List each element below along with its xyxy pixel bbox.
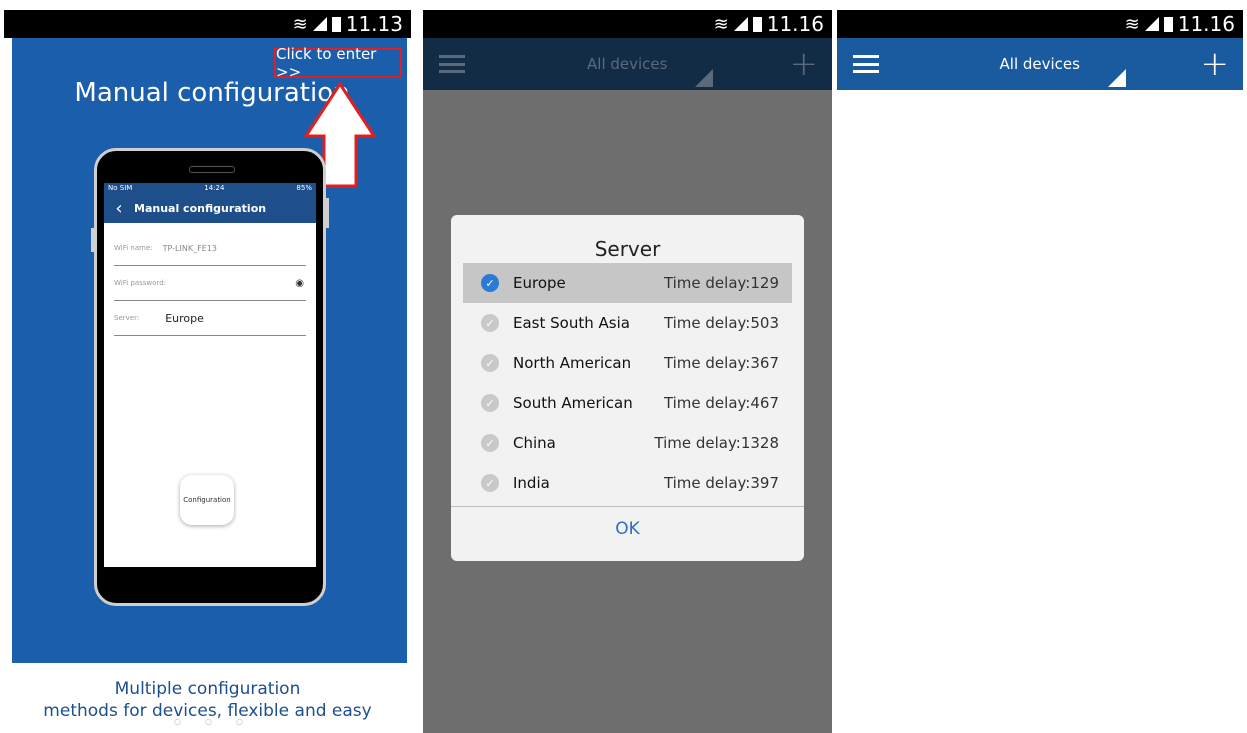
server-name: India xyxy=(513,474,550,492)
server-option-europe[interactable]: ✓ Europe Time delay:129 xyxy=(463,263,792,303)
header-title-text: All devices xyxy=(587,55,668,73)
check-icon: ✓ xyxy=(481,394,499,412)
app-header: All devices + xyxy=(423,38,832,90)
screen-manual-configuration: ≋ 11.13 Click to enter >> Manual configu… xyxy=(4,10,411,733)
server-name: North American xyxy=(513,354,632,372)
wifi-name-value: TP-LINK_FE13 xyxy=(162,243,217,253)
app-header: All devices + xyxy=(837,38,1243,90)
dropdown-corner-icon[interactable] xyxy=(1107,69,1126,87)
wifi-icon: ≋ xyxy=(1124,13,1140,35)
server-option-india[interactable]: ✓ India Time delay:397 xyxy=(463,463,792,503)
status-time: 11.16 xyxy=(1177,12,1235,36)
server-name: South American xyxy=(513,394,633,412)
phone-screen: No SIM 14:24 85% ‹ Manual configuration … xyxy=(104,183,316,567)
back-icon: ‹ xyxy=(115,197,123,219)
caption-line-1: Multiple configuration xyxy=(114,679,301,699)
header-title-text: All devices xyxy=(999,55,1080,73)
phone-header-title: Manual configuration xyxy=(134,201,267,215)
page-indicator: ○ ○ ○ xyxy=(174,717,243,726)
wifi-icon: ≋ xyxy=(292,13,308,35)
battery-icon xyxy=(752,16,762,32)
server-delay: Time delay:503 xyxy=(663,314,779,332)
battery-icon xyxy=(331,16,341,32)
signal-icon xyxy=(733,17,748,31)
click-to-enter-link[interactable]: Click to enter >> xyxy=(274,45,402,81)
server-delay: Time delay:397 xyxy=(663,474,779,492)
phone-carrier: No SIM xyxy=(108,184,133,192)
phone-status-bar: No SIM 14:24 85% xyxy=(104,183,316,193)
server-name: China xyxy=(513,434,556,452)
server-delay: Time delay:367 xyxy=(663,354,779,372)
screen-server-dialog: ≋ 11.16 All devices + Server ✓ Europe Ti… xyxy=(423,10,832,733)
phone-time: 14:24 xyxy=(204,184,225,192)
check-icon: ✓ xyxy=(481,274,499,292)
server-list: ✓ Europe Time delay:129 ✓ East South Asi… xyxy=(463,263,792,503)
server-name: Europe xyxy=(513,274,566,292)
server-label: Server: xyxy=(114,314,140,322)
dropdown-corner-icon[interactable] xyxy=(695,69,714,87)
status-bar: ≋ 11.16 xyxy=(837,10,1243,38)
intro-caption: Multiple configuration methods for devic… xyxy=(4,678,411,722)
wifi-name-label: WiFi name: xyxy=(114,244,153,252)
menu-icon[interactable] xyxy=(439,55,465,73)
menu-icon[interactable] xyxy=(853,55,879,73)
page-dot: ○ xyxy=(235,717,243,726)
wifi-icon: ≋ xyxy=(713,13,729,35)
header-title: All devices xyxy=(587,55,714,87)
server-option-china[interactable]: ✓ China Time delay:1328 xyxy=(463,423,792,463)
dialog-title: Server xyxy=(594,237,661,261)
status-bar: ≋ 11.16 xyxy=(423,10,832,38)
page-dot: ○ xyxy=(174,717,181,726)
signal-icon xyxy=(1144,17,1159,31)
dialog-divider xyxy=(451,506,804,507)
phone-side-button xyxy=(91,228,94,252)
ok-button[interactable]: OK xyxy=(451,519,804,539)
check-icon: ✓ xyxy=(481,354,499,372)
phone-header: ‹ Manual configuration xyxy=(104,193,316,223)
server-option-south-american[interactable]: ✓ South American Time delay:467 xyxy=(463,383,792,423)
server-option-east-south-asia[interactable]: ✓ East South Asia Time delay:503 xyxy=(463,303,792,343)
phone-illustration: No SIM 14:24 85% ‹ Manual configuration … xyxy=(94,148,326,606)
eye-icon: ◉ xyxy=(295,277,304,289)
server-delay: Time delay:467 xyxy=(663,394,779,412)
check-icon: ✓ xyxy=(481,434,499,452)
wifi-password-row: WiFi password: ◉ xyxy=(114,266,306,301)
add-device-icon[interactable]: + xyxy=(1200,47,1229,81)
wifi-password-label: WiFi password: xyxy=(114,279,166,287)
check-icon: ✓ xyxy=(481,474,499,492)
configuration-button: Configuration xyxy=(180,475,234,525)
status-time: 11.13 xyxy=(345,12,403,36)
server-delay: Time delay:1328 xyxy=(654,434,779,452)
signal-icon xyxy=(312,17,327,31)
server-name: East South Asia xyxy=(513,314,630,332)
battery-icon xyxy=(1163,16,1173,32)
phone-battery: 85% xyxy=(296,184,312,192)
phone-side-button xyxy=(326,198,329,228)
server-dialog: Server ✓ Europe Time delay:129 ✓ East So… xyxy=(451,215,804,561)
intro-panel: Click to enter >> Manual configuration N… xyxy=(12,38,407,663)
server-option-north-american[interactable]: ✓ North American Time delay:367 xyxy=(463,343,792,383)
header-title: All devices xyxy=(999,55,1126,87)
screen-all-devices: ≋ 11.16 All devices + xyxy=(837,10,1243,733)
check-icon: ✓ xyxy=(481,314,499,332)
add-device-icon[interactable]: + xyxy=(789,47,818,81)
server-delay: Time delay:129 xyxy=(663,274,779,292)
status-bar: ≋ 11.13 xyxy=(4,10,411,38)
server-row: Server: Europe xyxy=(114,301,306,336)
wifi-name-row: WiFi name: TP-LINK_FE13 xyxy=(114,231,306,266)
server-value: Europe xyxy=(165,311,204,325)
phone-speaker xyxy=(189,166,235,173)
page-dot: ○ xyxy=(204,717,212,726)
status-time: 11.16 xyxy=(766,12,824,36)
